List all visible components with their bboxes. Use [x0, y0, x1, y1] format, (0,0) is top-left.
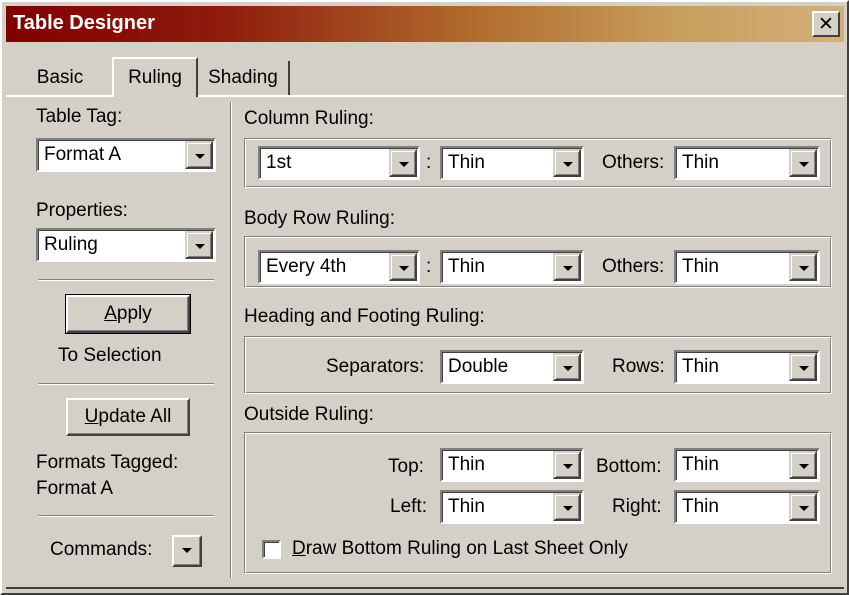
chevron-down-icon[interactable]	[553, 149, 581, 177]
right-value: Thin	[682, 496, 719, 517]
tab-basic-label: Basic	[36, 67, 84, 88]
close-icon: ✕	[818, 13, 834, 35]
chevron-down-icon[interactable]	[553, 253, 581, 281]
bottom-select[interactable]: Thin	[674, 448, 820, 482]
column-ruling-which-select[interactable]: 1st	[258, 146, 420, 180]
commands-button[interactable]	[172, 535, 202, 567]
separators-label: Separators:	[326, 356, 425, 377]
chevron-down-icon	[174, 537, 200, 565]
chevron-down-icon[interactable]	[789, 149, 817, 177]
column-ruling-weight-select[interactable]: Thin	[440, 146, 584, 180]
heading-footing-label: Heading and Footing Ruling:	[244, 306, 485, 327]
left-select[interactable]: Thin	[440, 490, 584, 524]
separators-select[interactable]: Double	[440, 350, 584, 384]
body-row-others-select[interactable]: Thin	[674, 250, 820, 284]
properties-select[interactable]: Ruling	[36, 228, 216, 262]
column-others-label: Others:	[602, 152, 665, 173]
body-row-which-select[interactable]: Every 4th	[258, 250, 420, 284]
body-row-which-value: Every 4th	[266, 256, 347, 277]
bottom-value: Thin	[682, 454, 719, 475]
outside-ruling-label: Outside Ruling:	[244, 404, 374, 425]
right-select[interactable]: Thin	[674, 490, 820, 524]
apply-button-label: Apply	[104, 303, 152, 324]
body-row-others-value: Thin	[682, 256, 719, 277]
close-button[interactable]: ✕	[812, 11, 840, 37]
tab-basic[interactable]: Basic	[10, 61, 110, 95]
colon-separator: :	[426, 256, 432, 277]
body-row-ruling-label: Body Row Ruling:	[244, 208, 396, 229]
table-tag-value: Format A	[44, 144, 122, 165]
column-ruling-which-value: 1st	[266, 152, 292, 173]
chevron-down-icon[interactable]	[789, 451, 817, 479]
formats-tagged-value: Format A	[36, 478, 114, 499]
apply-button[interactable]: Apply	[65, 294, 191, 334]
chevron-down-icon[interactable]	[553, 493, 581, 521]
top-select[interactable]: Thin	[440, 448, 584, 482]
rows-label: Rows:	[612, 356, 665, 377]
tab-shading-label: Shading	[208, 67, 278, 88]
column-ruling-weight-value: Thin	[448, 152, 485, 173]
body-row-weight-select[interactable]: Thin	[440, 250, 584, 284]
last-sheet-checkbox-label[interactable]: Draw Bottom Ruling on Last Sheet Only	[292, 538, 628, 560]
chevron-down-icon[interactable]	[185, 141, 213, 169]
body-row-others-label: Others:	[602, 256, 665, 277]
table-tag-label: Table Tag:	[36, 106, 123, 127]
chevron-down-icon[interactable]	[185, 231, 213, 259]
chevron-down-icon[interactable]	[553, 451, 581, 479]
update-all-button[interactable]: Update All	[66, 398, 190, 436]
update-all-button-label: Update All	[84, 406, 172, 427]
chevron-down-icon[interactable]	[789, 493, 817, 521]
left-divider-3	[38, 515, 214, 517]
tab-ruling[interactable]: Ruling	[112, 57, 198, 97]
left-divider-2	[38, 383, 214, 385]
to-selection-label: To Selection	[58, 345, 162, 366]
rows-select[interactable]: Thin	[674, 350, 820, 384]
table-tag-select[interactable]: Format A	[36, 138, 216, 172]
column-others-value: Thin	[682, 152, 719, 173]
bottom-label: Bottom:	[596, 456, 662, 477]
column-others-select[interactable]: Thin	[674, 146, 820, 180]
chevron-down-icon[interactable]	[553, 353, 581, 381]
left-value: Thin	[448, 496, 485, 517]
top-label: Top:	[388, 456, 424, 477]
chevron-down-icon[interactable]	[789, 353, 817, 381]
top-value: Thin	[448, 454, 485, 475]
separators-value: Double	[448, 356, 509, 377]
right-label: Right:	[612, 496, 662, 517]
last-sheet-checkbox[interactable]	[262, 540, 281, 559]
chevron-down-icon[interactable]	[389, 253, 417, 281]
colon-separator: :	[426, 152, 432, 173]
column-ruling-label: Column Ruling:	[244, 108, 374, 129]
tab-shading[interactable]: Shading	[198, 61, 290, 95]
left-label: Left:	[390, 496, 427, 517]
chevron-down-icon[interactable]	[789, 253, 817, 281]
title-bar[interactable]: Table Designer ✕	[6, 6, 844, 42]
chevron-down-icon[interactable]	[389, 149, 417, 177]
tab-ruling-label: Ruling	[128, 67, 182, 88]
rows-value: Thin	[682, 356, 719, 377]
window-title: Table Designer	[13, 12, 155, 34]
body-row-weight-value: Thin	[448, 256, 485, 277]
vertical-divider	[230, 102, 232, 578]
left-divider-1	[38, 279, 214, 281]
table-designer-window: Table Designer ✕ Basic Ruling Shading Ta…	[0, 0, 849, 595]
commands-label: Commands:	[50, 539, 153, 560]
properties-label: Properties:	[36, 200, 128, 221]
bottom-border	[6, 587, 844, 589]
properties-value: Ruling	[44, 234, 98, 255]
formats-tagged-label: Formats Tagged:	[36, 452, 179, 473]
